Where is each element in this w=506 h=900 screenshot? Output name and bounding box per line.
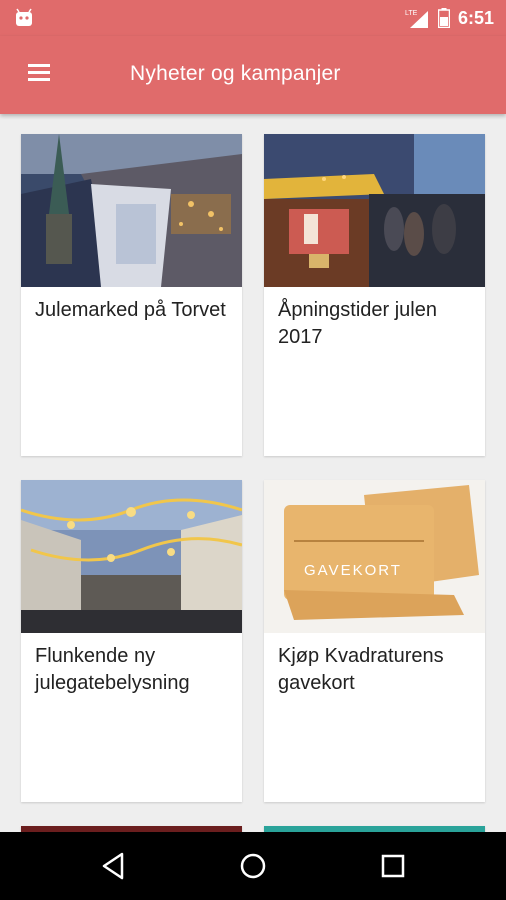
status-bar: LTE 6:51 [0,0,506,36]
card-title: Kjøp Kvadraturens gavekort [278,645,444,694]
home-icon[interactable] [237,850,269,882]
news-card[interactable]: Flunkende ny julegatebelysning [21,480,242,802]
status-time: 6:51 [457,7,494,28]
hamburger-menu-icon[interactable] [28,64,50,82]
page-title: Nyheter og kampanjer [130,62,341,85]
news-card[interactable]: GAVEKORT Kjøp Kvadraturens gavekort [264,480,485,802]
market-stall-image [264,134,485,287]
back-icon[interactable] [98,850,130,882]
lte-signal-icon: LTE [405,10,428,28]
street-lights-image [21,480,242,633]
recents-icon[interactable] [377,850,409,882]
svg-text:LTE: LTE [405,10,418,17]
news-card[interactable]: Julemarked på Torvet [21,134,242,456]
christmas-market-image [21,134,242,287]
card-title: Åpningstider julen 2017 [278,299,437,348]
battery-icon [437,8,450,28]
android-icon [16,8,32,26]
news-card[interactable]: Åpningstider julen 2017 [264,134,485,456]
svg-text:GAVEKORT: GAVEKORT [304,562,402,579]
news-grid: Julemarked på Torvet Åpningstider julen … [0,114,506,832]
app-bar: Nyheter og kampanjer [0,36,506,114]
gift-card-image: GAVEKORT [264,480,485,633]
card-title: Flunkende ny julegatebelysning [35,645,190,694]
navigation-bar [0,832,506,900]
card-title: Julemarked på Torvet [35,299,226,321]
